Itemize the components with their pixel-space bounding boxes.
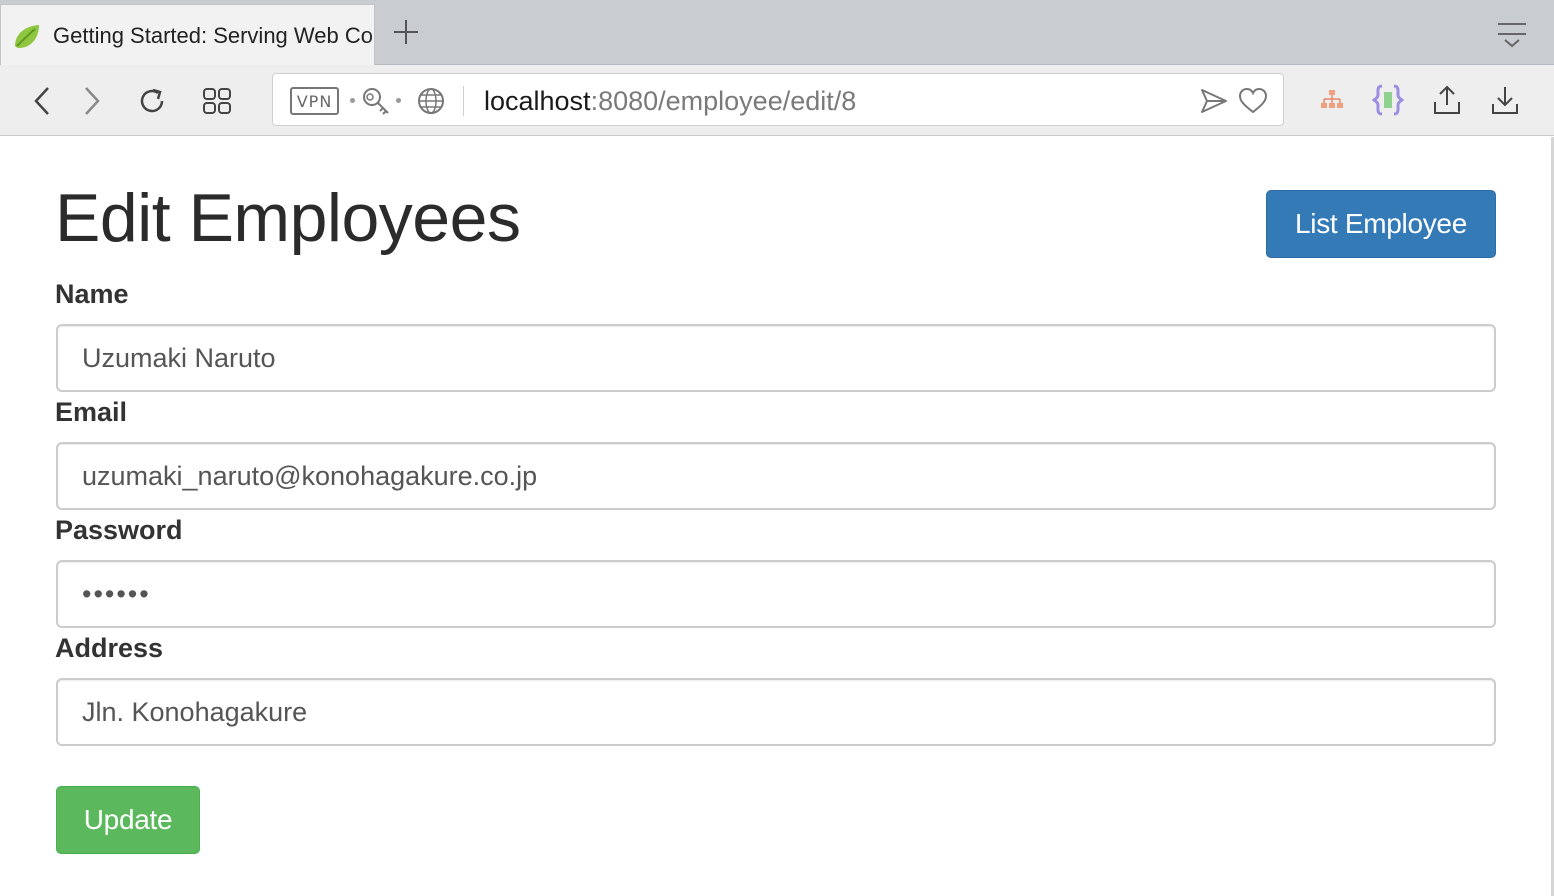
navigation-bar: VPN localhost:8080/employee/edit/8 [0, 65, 1554, 136]
separator-dot [396, 98, 401, 103]
spring-leaf-icon [15, 24, 39, 48]
page-title: Edit Employees [55, 180, 521, 256]
email-input[interactable] [56, 442, 1496, 510]
email-label: Email [55, 397, 128, 427]
plus-icon [394, 20, 418, 44]
globe-icon[interactable] [416, 86, 446, 116]
tab-bar: Getting Started: Serving Web Content [0, 0, 1554, 66]
reload-button[interactable] [134, 83, 170, 119]
tab-menu-icon[interactable] [1496, 20, 1528, 48]
download-icon [1492, 87, 1518, 114]
send-icon[interactable] [1199, 86, 1229, 116]
speed-dial-button[interactable] [199, 83, 235, 119]
list-employee-button[interactable]: List Employee [1266, 190, 1496, 258]
new-tab-button[interactable] [390, 16, 422, 48]
password-input[interactable] [56, 560, 1496, 628]
separator-dot [350, 98, 355, 103]
address-label: Address [55, 633, 164, 663]
reload-icon [140, 88, 164, 113]
name-label: Name [55, 279, 129, 309]
name-input[interactable] [56, 324, 1496, 392]
url-path: :8080/employee/edit/8 [590, 86, 857, 116]
search-key-icon[interactable] [361, 86, 391, 116]
url-separator [463, 86, 464, 116]
tab-title: Getting Started: Serving Web Content [53, 22, 374, 48]
update-button[interactable]: Update [56, 786, 200, 854]
back-button[interactable] [24, 83, 60, 119]
extension-json-button[interactable] [1370, 82, 1406, 118]
share-icon [1434, 85, 1460, 114]
download-button[interactable] [1487, 82, 1523, 118]
share-button[interactable] [1429, 82, 1465, 118]
extension-sitemap-button[interactable] [1314, 82, 1350, 118]
sitemap-icon [1321, 90, 1343, 108]
forward-button[interactable] [74, 83, 110, 119]
address-bar[interactable]: VPN localhost:8080/employee/edit/8 [272, 73, 1284, 126]
heart-icon[interactable] [1238, 86, 1268, 116]
url-text[interactable]: localhost:8080/employee/edit/8 [484, 86, 856, 116]
chevron-left-icon [34, 87, 49, 115]
chevron-right-icon [85, 87, 100, 115]
vpn-badge[interactable]: VPN [290, 87, 339, 115]
password-label: Password [55, 515, 183, 545]
browser-tab[interactable]: Getting Started: Serving Web Content [0, 4, 375, 66]
grid-icon [203, 88, 231, 114]
address-input[interactable] [56, 678, 1496, 746]
json-braces-icon [1371, 84, 1405, 116]
url-host: localhost [484, 86, 591, 116]
